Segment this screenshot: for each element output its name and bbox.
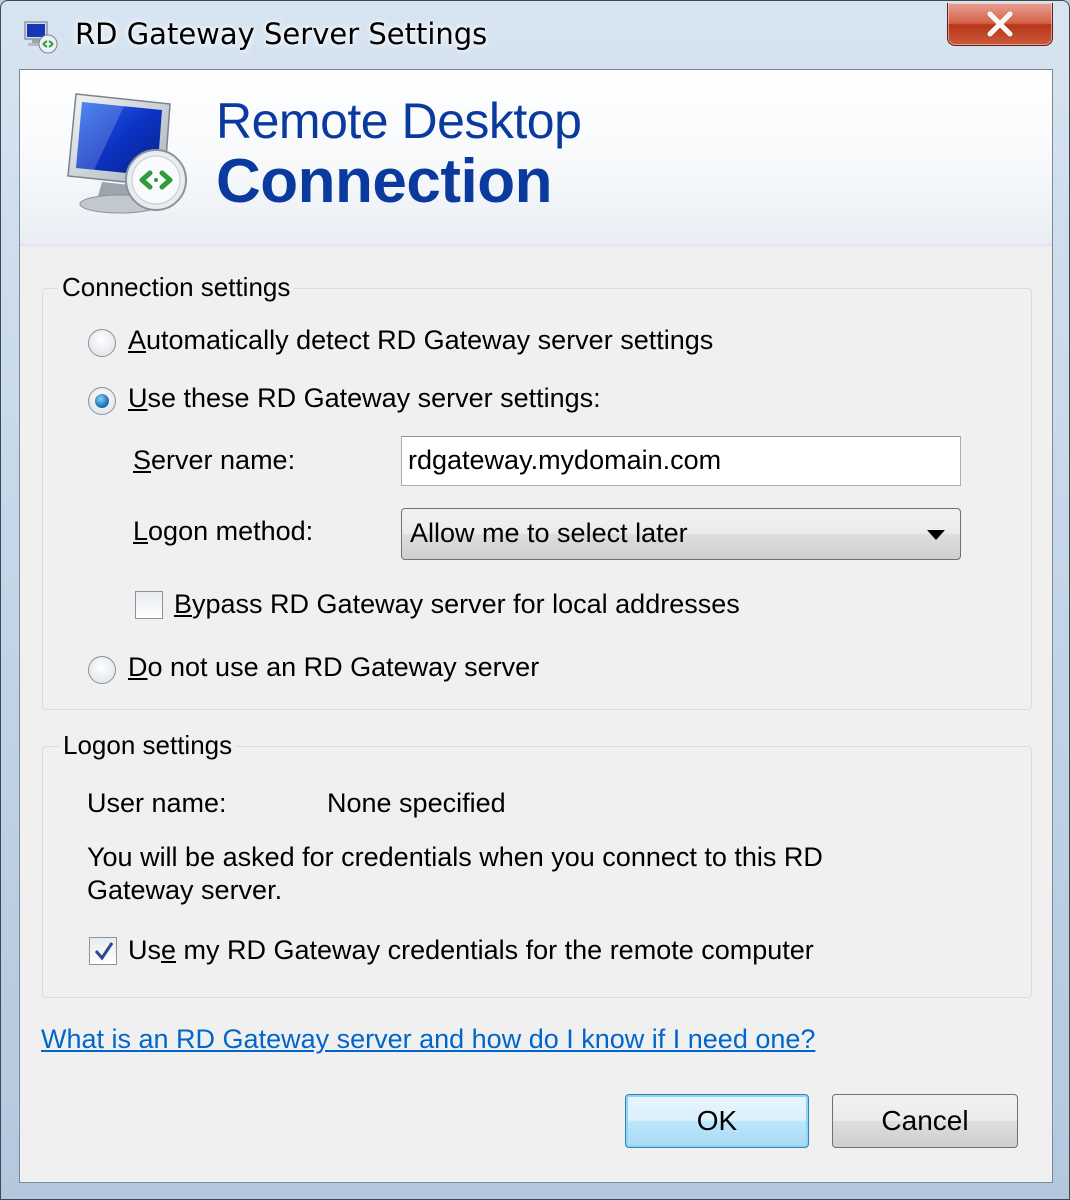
use-these-mnemonic: U [128,383,148,413]
banner-title-line1: Remote Desktop [216,93,582,149]
logon-method-mnemonic: L [133,516,149,546]
do-not-use-radio[interactable] [88,656,116,684]
checkmark-icon [94,942,114,961]
use-credentials-text-before: Us [128,935,161,965]
title-bar[interactable]: RD Gateway Server Settings [1,1,1069,69]
logon-method-label: Logon method: [133,516,313,547]
use-credentials-text: my RD Gateway credentials for the remote… [176,935,814,965]
user-name-value: None specified [327,788,506,818]
use-these-settings-radio[interactable] [88,387,116,415]
banner-divider [20,244,1052,248]
user-name-label: User name: [87,788,227,818]
window-title: RD Gateway Server Settings [75,17,488,51]
dialog-window: RD Gateway Server Settings Remote Deskto… [0,0,1070,1200]
auto-detect-text: utomatically detect RD Gateway server se… [146,325,714,355]
use-credentials-label[interactable]: Use my RD Gateway credentials for the re… [128,935,814,966]
credentials-info-line2: Gateway server. [87,875,283,905]
use-these-text: se these RD Gateway server settings: [147,383,601,413]
bypass-local-checkbox[interactable] [135,591,163,619]
server-name-label: Server name: [133,445,295,476]
dialog-client-area: Remote Desktop Connection Connection set… [19,69,1053,1183]
bypass-mnemonic: B [174,589,193,619]
do-not-use-label[interactable]: Do not use an RD Gateway server [128,652,539,683]
server-name-mnemonic: S [133,445,152,475]
header-banner: Remote Desktop Connection [20,70,1052,245]
bypass-text: ypass RD Gateway server for local addres… [192,589,740,619]
logon-method-selected: Allow me to select later [410,518,688,548]
use-credentials-checkbox[interactable] [89,937,117,965]
auto-detect-radio[interactable] [88,329,116,357]
server-name-label-text: erver name: [151,445,296,475]
remote-desktop-monitor-icon [67,93,187,214]
close-icon [987,11,1013,37]
do-not-use-text: o not use an RD Gateway server [147,652,540,682]
server-name-input[interactable]: rdgateway.mydomain.com [401,436,961,486]
ok-button[interactable]: OK [625,1094,809,1148]
connection-settings-legend: Connection settings [58,272,295,303]
use-credentials-mnemonic: e [161,935,177,965]
auto-detect-label[interactable]: Automatically detect RD Gateway server s… [128,325,713,356]
banner-title-line2: Connection [216,147,552,216]
credentials-info-line1: You will be asked for credentials when y… [87,842,823,872]
use-these-settings-label[interactable]: Use these RD Gateway server settings: [128,383,601,414]
logon-method-dropdown[interactable]: Allow me to select later [401,508,961,560]
auto-detect-mnemonic: A [128,325,147,355]
rd-gateway-help-link[interactable]: What is an RD Gateway server and how do … [41,1024,815,1055]
chevron-down-icon [927,530,945,540]
bypass-local-label[interactable]: Bypass RD Gateway server for local addre… [174,589,740,620]
logon-method-label-text: ogon method: [148,516,314,546]
cancel-button[interactable]: Cancel [832,1094,1018,1148]
logon-settings-legend: Logon settings [59,730,237,761]
do-not-use-mnemonic: D [128,652,148,682]
remote-desktop-app-icon [24,21,58,54]
close-button[interactable] [947,3,1053,46]
